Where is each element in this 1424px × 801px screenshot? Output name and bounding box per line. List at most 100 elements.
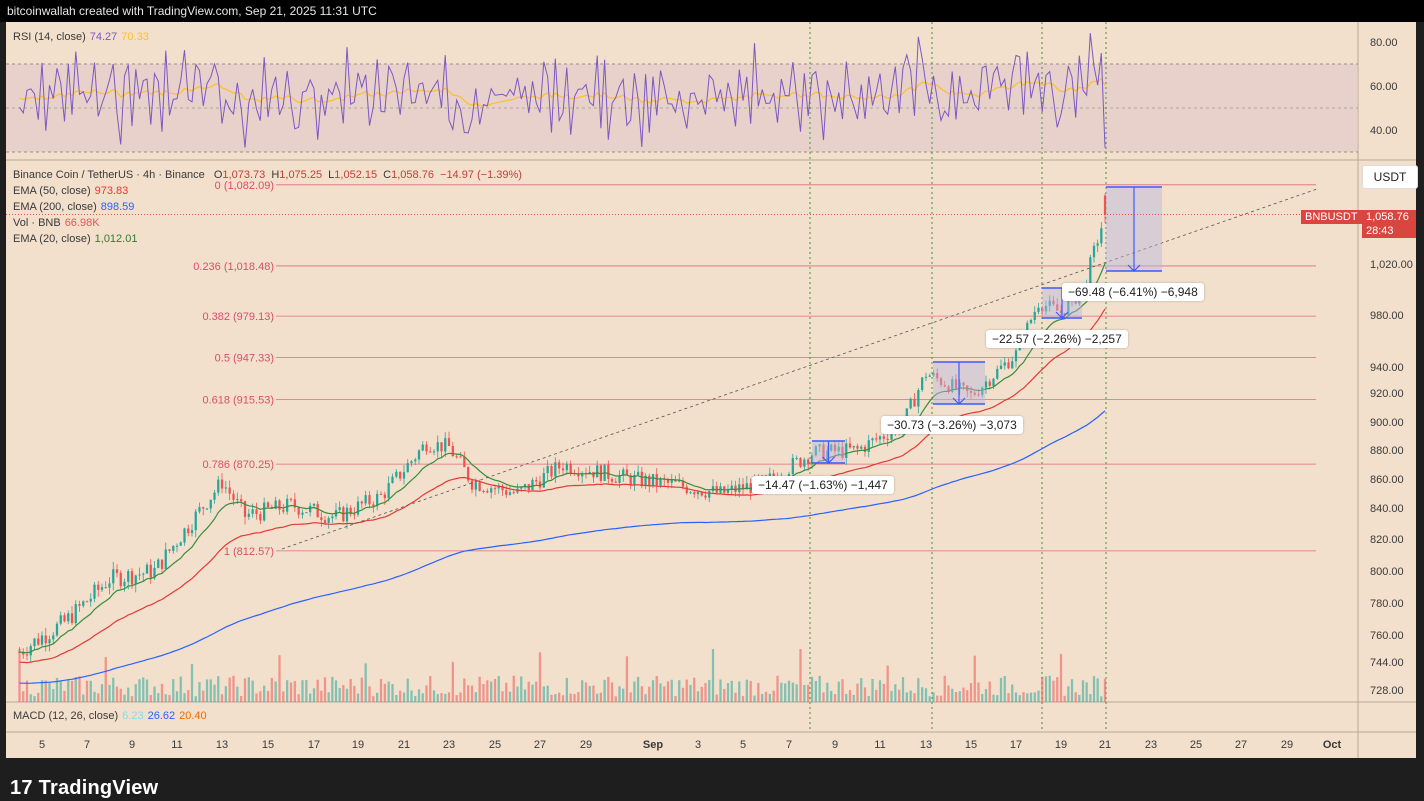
price-tick: 920.00 bbox=[1370, 388, 1404, 400]
volume-bar bbox=[172, 679, 175, 702]
candle-body bbox=[127, 571, 130, 582]
volume-bar bbox=[651, 680, 655, 702]
rsi-legend: RSI (14, close) 74.27 70.33 bbox=[13, 29, 149, 45]
x-label-29: 29 bbox=[1281, 739, 1293, 751]
volume-bar bbox=[93, 691, 96, 702]
candle-body bbox=[999, 365, 1003, 369]
candle-body bbox=[417, 450, 421, 460]
volume-bar bbox=[85, 680, 89, 702]
volume-bar bbox=[198, 682, 201, 702]
volume-bar bbox=[387, 681, 390, 702]
volume-bar bbox=[217, 676, 220, 702]
volume-bar bbox=[610, 682, 614, 702]
measure-label-1[interactable]: −14.47 (−1.63%) −1,447 bbox=[752, 476, 894, 494]
candle-body bbox=[651, 474, 655, 486]
volume-bar bbox=[977, 682, 980, 702]
volume-bar bbox=[512, 675, 515, 702]
candle-body bbox=[704, 495, 707, 498]
volume-bar bbox=[973, 655, 976, 702]
volume-bar bbox=[368, 686, 371, 702]
candle-body bbox=[108, 583, 111, 588]
candle-body bbox=[614, 481, 617, 483]
volume-bar bbox=[421, 693, 424, 702]
fib-label-5: 0.786 (870.25) bbox=[202, 459, 274, 471]
volume-bar bbox=[1048, 675, 1051, 702]
volume-bar bbox=[323, 677, 327, 702]
volume-bar bbox=[894, 684, 897, 702]
volume-bar bbox=[708, 680, 711, 702]
candle-body bbox=[917, 389, 920, 407]
volume-bar bbox=[429, 675, 432, 702]
volume-bar bbox=[565, 677, 568, 702]
measure-label-4[interactable]: −69.48 (−6.41%) −6,948 bbox=[1062, 283, 1204, 301]
volume-bar bbox=[830, 690, 833, 702]
measure-label-3[interactable]: −22.57 (−2.26%) −2,257 bbox=[986, 330, 1128, 348]
x-label-9: 9 bbox=[129, 739, 135, 751]
candle-body bbox=[82, 601, 85, 606]
currency-button[interactable]: USDT bbox=[1362, 165, 1418, 189]
candle-body bbox=[59, 615, 62, 624]
candle-body bbox=[255, 509, 258, 515]
measure-label-2[interactable]: −30.73 (−3.26%) −3,073 bbox=[881, 416, 1023, 434]
candle-body bbox=[807, 459, 810, 464]
candle-body bbox=[228, 487, 231, 494]
volume-bar bbox=[996, 695, 999, 702]
volume-bar bbox=[584, 682, 588, 702]
volume-bar bbox=[334, 680, 338, 702]
chart-canvas[interactable]: 80.00 60.00 40.00 1,020.00 980.00 940.00 920.0… bbox=[6, 22, 1416, 758]
candle-body bbox=[440, 442, 443, 452]
volume-bar bbox=[451, 661, 454, 702]
volume-bar bbox=[18, 648, 21, 702]
volume-bar bbox=[753, 695, 756, 702]
candle-body bbox=[921, 377, 924, 390]
volume-bar bbox=[112, 677, 115, 702]
candle-body bbox=[429, 451, 432, 453]
candle-body bbox=[202, 507, 205, 509]
main-legend: Binance Coin / TetherUS · 4h · Binance O… bbox=[13, 167, 525, 247]
volume-bar bbox=[520, 676, 523, 702]
volume-bar bbox=[984, 689, 988, 702]
candle-body bbox=[395, 471, 398, 477]
x-label-21: 21 bbox=[398, 739, 410, 751]
candle-body bbox=[353, 514, 356, 516]
volume-bar bbox=[1103, 678, 1107, 702]
volume-bar bbox=[376, 692, 379, 702]
candle-body bbox=[263, 502, 266, 521]
volume-bar bbox=[459, 692, 462, 702]
volume-bar bbox=[1096, 678, 1099, 702]
x-label-21: 21 bbox=[1099, 739, 1111, 751]
price-tick: 980.00 bbox=[1370, 310, 1404, 322]
candle-body bbox=[387, 483, 390, 499]
candle-body bbox=[104, 587, 107, 589]
volume-bar bbox=[871, 678, 874, 702]
tradingview-logo[interactable]: 17 TradingView bbox=[10, 777, 158, 800]
volume-bar bbox=[932, 692, 935, 702]
candle-body bbox=[40, 635, 44, 645]
volume-bar bbox=[1044, 676, 1048, 702]
candle-body bbox=[689, 492, 692, 494]
candle-body bbox=[542, 473, 545, 488]
candle-body bbox=[871, 438, 874, 441]
candle-body bbox=[338, 507, 341, 511]
candle-body bbox=[550, 466, 553, 477]
candle-body bbox=[402, 472, 406, 479]
candle-body bbox=[399, 471, 402, 479]
candle-body bbox=[470, 480, 474, 490]
volume-bar bbox=[270, 677, 273, 702]
candle-body bbox=[115, 569, 119, 573]
rsi-ma-value: 70.33 bbox=[121, 31, 149, 43]
volume-bar bbox=[822, 692, 825, 702]
volume-bar bbox=[711, 649, 715, 702]
volume-bar bbox=[145, 679, 149, 702]
candle-body bbox=[342, 507, 345, 522]
countdown: 28:43 bbox=[1366, 225, 1394, 237]
price-tick: 1,020.00 bbox=[1370, 259, 1413, 271]
candle-body bbox=[160, 559, 164, 569]
candle-body bbox=[323, 520, 327, 523]
chart-area[interactable]: 80.00 60.00 40.00 1,020.00 980.00 940.00 920.0… bbox=[6, 22, 1416, 758]
volume-bar bbox=[463, 678, 466, 702]
volume-bar bbox=[278, 655, 281, 702]
candle-body bbox=[119, 572, 122, 587]
x-label-15: 15 bbox=[262, 739, 274, 751]
volume-bar bbox=[153, 686, 156, 702]
